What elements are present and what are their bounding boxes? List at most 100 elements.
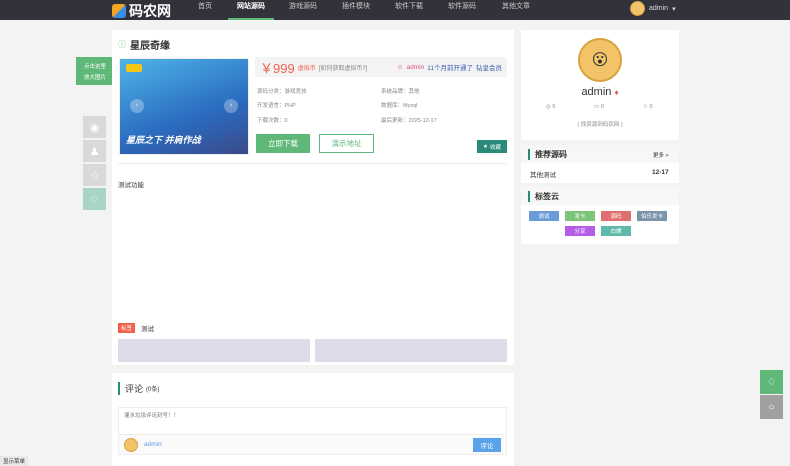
smile-icon: ☺ [396,63,404,71]
show-menu-button[interactable]: 显示菜单 [0,456,29,466]
user-menu[interactable]: admin ▾ [630,1,676,16]
tag-item[interactable]: 源码 [601,211,631,221]
field-category: 源码分类：游戏竞技 [257,87,307,95]
field-brand: 系统品牌：其他 [381,87,420,95]
divider [118,163,507,164]
comments-stat-count: 0 [600,104,604,110]
next-post-link[interactable] [315,339,507,362]
qzone-share-icon[interactable]: ☆ [83,164,106,186]
comments-title: 评论 [118,382,143,395]
favorite-button[interactable]: ★ 收藏 [477,140,507,153]
info-icon: ⓘ [118,40,126,49]
comment-toolbar [118,435,507,455]
likes-stat: ☆ 0 [643,104,653,110]
price-bar: ￥999 虚拟币 [如何获取虚拟币?] ☺ admin 11个月前开通了 钻皇会… [255,57,507,77]
comment-user[interactable]: admin [144,441,162,448]
content-text: 测试功能 [118,182,144,189]
nav-website-source[interactable]: 网站源码 [228,0,274,20]
demo-button[interactable]: 演示地址 [319,134,374,153]
wechat-share-icon[interactable]: ◌ [83,188,106,210]
tag-item[interactable]: 发卡 [565,211,595,221]
banner-text: 星辰之下 并肩作战 [126,135,201,145]
profile-name-row: admin ♦ [521,86,679,98]
feedback-icon[interactable]: ○ [760,395,783,419]
field-label: 数据库： [381,103,404,109]
logo[interactable]: 码农网 [112,1,171,21]
qq-share-icon[interactable]: ♟ [83,140,106,162]
recommend-date: 12-17 [652,169,669,176]
field-value: 2025-12-17 [408,118,437,124]
profile-name: admin [581,86,612,98]
tip-line: 点击这里 [83,63,106,70]
zoom-image-tip[interactable]: 点击这里 放大图片 [76,57,114,85]
page-title: ⓘ 星辰奇缘 [118,37,170,52]
prev-arrow-icon[interactable]: ‹ [130,99,144,113]
tag-item[interactable]: 测试 [529,211,559,221]
field-value: PHP [284,103,296,109]
caret-down-icon: ▾ [672,5,676,13]
tag-item[interactable]: 分享 [565,226,595,236]
comment-icon: ▭ [594,104,601,110]
tag-link[interactable]: 测试 [141,323,154,333]
comment-input[interactable] [118,407,507,435]
vip-diamond-icon[interactable]: ♢ [760,370,783,394]
recommend-title: 推荐源码 [528,149,567,160]
tagcloud-title: 标签云 [528,191,559,202]
likes-count: 0 [649,104,653,110]
field-language: 开发语言：PHP [257,101,296,109]
download-button[interactable]: 立即下载 [256,134,310,153]
more-link[interactable]: 更多 > [653,151,669,159]
currency: 虚拟币 [297,65,316,72]
field-label: 系统品牌： [381,89,409,95]
star-icon: ★ [483,143,488,150]
vip-icon: ♦ [614,88,619,97]
top-nav: 码农网 首页 网站源码 游戏源码 插件模块 软件下载 软件源码 其他文章 adm… [0,0,790,20]
next-arrow-icon[interactable]: › [224,99,238,113]
nav-game-source[interactable]: 游戏源码 [280,0,326,20]
views-count: 5 [552,104,556,110]
tag-label: 标签 [118,323,136,333]
field-label: 下载次数： [257,118,285,124]
field-value: 游戏竞技 [284,89,307,95]
field-database: 数据库：Mysql [381,101,417,109]
avatar [630,1,645,16]
user-name: admin [649,5,669,12]
weibo-share-icon[interactable]: ◉ [83,116,106,138]
author-name[interactable]: admin [407,64,425,71]
nav-software-download[interactable]: 软件下载 [386,0,432,20]
field-value: 其他 [408,89,420,95]
field-label: 最后更新： [381,118,409,124]
comments-count: (0条) [146,387,160,393]
field-updated: 最后更新：2025-12-17 [381,116,437,124]
comments-stat: ▭ 0 [594,104,604,110]
submit-comment-button[interactable]: 评论 [473,438,501,452]
logo-icon [112,4,126,18]
nav-software-source[interactable]: 软件源码 [439,0,485,20]
how-to-get-link[interactable]: [如何获取虚拟币?] [319,63,368,72]
comments-header: 评论 (0条) [118,382,159,395]
tag-item[interactable]: 伯乐发卡 [637,211,667,221]
profile-motto: ( 找资源到码农网 ) [577,122,623,128]
game-logo [126,64,142,72]
logo-text: 码农网 [129,3,171,19]
field-label: 开发语言： [257,103,285,109]
prev-post-link[interactable] [118,339,310,362]
product-image[interactable]: 星辰之下 并肩作战 ‹ › [119,58,249,155]
title-text: 星辰奇缘 [130,41,170,52]
nav-home[interactable]: 首页 [182,0,228,20]
field-label: 源码分类： [257,89,285,95]
tag-item[interactable]: 白嫖 [601,226,631,236]
field-value: Mysql [403,103,418,109]
recommend-item[interactable]: 其他测试 [530,169,556,179]
nav-other-articles[interactable]: 其他文章 [493,0,539,20]
field-downloads: 下载次数：0 [257,116,288,124]
profile-avatar: 😮 [578,38,622,82]
nav-plugins[interactable]: 插件模块 [333,0,379,20]
comment-avatar [124,438,138,452]
vip-badge: 钻皇会员 [476,65,502,72]
field-value: 0 [284,118,288,124]
price: ￥999 [260,60,295,76]
author-status: 11个月前开通了 [427,65,473,72]
views-stat: ◎ 5 [546,104,555,110]
tip-line: 放大图片 [83,74,106,81]
